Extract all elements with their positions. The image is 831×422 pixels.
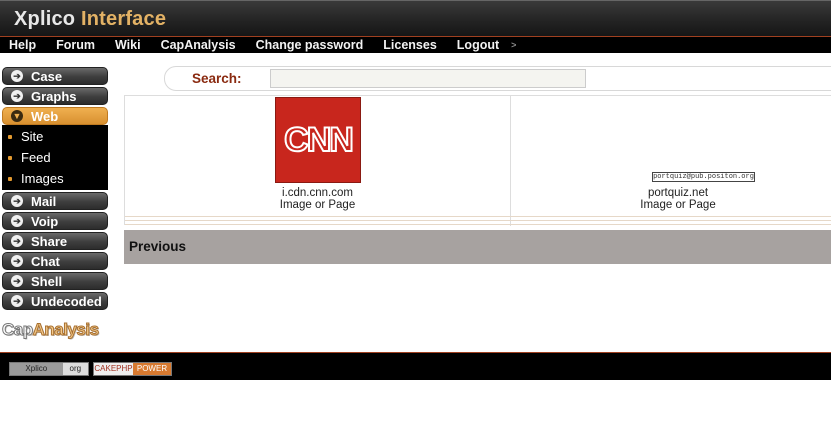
- bullet-icon: [8, 134, 12, 139]
- search-input[interactable]: [270, 69, 586, 88]
- pager-bar: Previous: [124, 230, 831, 264]
- arrow-right-icon: ➔: [11, 90, 23, 102]
- capanalysis-logo-part2: Analysis: [32, 320, 99, 340]
- app-title-part1: Xplico: [14, 8, 76, 30]
- arrow-right-icon: ➔: [11, 70, 23, 82]
- app-title-part2: Interface: [80, 8, 167, 30]
- result-cell[interactable]: portquiz@pub.positon.org portquiz.net Im…: [511, 96, 831, 226]
- bullet-icon: [8, 176, 12, 181]
- page: Xplico Interface Help Forum Wiki CapAnal…: [0, 0, 831, 422]
- result-cell[interactable]: CNN i.cdn.cnn.com Image or Page: [125, 96, 511, 226]
- sidebar-item-label: Undecoded: [31, 293, 102, 309]
- submenu-item-label: Site: [21, 129, 44, 144]
- portquiz-thumbnail[interactable]: portquiz@pub.positon.org: [652, 172, 755, 182]
- nav-change-password[interactable]: Change password: [246, 37, 374, 53]
- sidebar-item-label: Case: [31, 68, 63, 84]
- arrow-right-icon: ➔: [11, 195, 23, 207]
- submenu-item-label: Images: [21, 171, 64, 186]
- xplico-badge[interactable]: Xplico org: [9, 362, 89, 376]
- app-logo[interactable]: Xplico Interface: [14, 8, 166, 31]
- nav-help[interactable]: Help: [0, 37, 46, 53]
- footer: Xplico org CAKEPHP POWER: [0, 352, 831, 380]
- result-type: Image or Page: [279, 199, 356, 211]
- search-label: Search:: [192, 71, 242, 86]
- sidebar: ➔ Case ➔ Graphs ▼ Web Site Feed Images ➔…: [2, 67, 108, 312]
- cakephp-badge[interactable]: CAKEPHP POWER: [93, 362, 172, 376]
- header: Xplico Interface: [0, 0, 831, 36]
- xplico-badge-right: org: [62, 363, 88, 375]
- top-nav: Help Forum Wiki CapAnalysis Change passw…: [0, 37, 831, 53]
- sidebar-item-shell[interactable]: ➔ Shell: [2, 272, 108, 290]
- sidebar-item-voip[interactable]: ➔ Voip: [2, 212, 108, 230]
- sidebar-item-case[interactable]: ➔ Case: [2, 67, 108, 85]
- submenu-item-images[interactable]: Images: [2, 168, 108, 189]
- nav-wiki[interactable]: Wiki: [105, 37, 151, 53]
- sidebar-item-label: Share: [31, 233, 68, 249]
- sidebar-item-chat[interactable]: ➔ Chat: [2, 252, 108, 270]
- cakephp-badge-left: CAKEPHP: [94, 363, 133, 375]
- result-host[interactable]: i.cdn.cnn.com: [125, 187, 510, 199]
- sidebar-item-label: Voip: [31, 213, 59, 229]
- results-table: CNN i.cdn.cnn.com Image or Page portquiz…: [124, 95, 831, 226]
- arrow-down-icon: ▼: [11, 110, 23, 122]
- sidebar-item-graphs[interactable]: ➔ Graphs: [2, 87, 108, 105]
- cnn-logo-text: CNN: [283, 120, 355, 160]
- arrow-right-icon: ➔: [11, 255, 23, 267]
- sidebar-item-share[interactable]: ➔ Share: [2, 232, 108, 250]
- result-type: Image or Page: [640, 199, 716, 211]
- cakephp-badge-right: POWER: [132, 363, 171, 375]
- web-submenu: Site Feed Images: [2, 125, 108, 190]
- arrow-right-icon: ➔: [11, 295, 23, 307]
- nav-forum[interactable]: Forum: [46, 37, 105, 53]
- arrow-right-icon: ➔: [11, 275, 23, 287]
- submenu-item-site[interactable]: Site: [2, 126, 108, 147]
- xplico-badge-left: Xplico: [10, 363, 63, 375]
- arrow-right-icon: ➔: [11, 235, 23, 247]
- cnn-thumbnail[interactable]: CNN: [275, 97, 361, 183]
- nav-licenses[interactable]: Licenses: [373, 37, 447, 53]
- sidebar-item-label: Chat: [31, 253, 60, 269]
- sidebar-item-web[interactable]: ▼ Web: [2, 107, 108, 125]
- sidebar-item-label: Mail: [31, 193, 57, 209]
- submenu-item-label: Feed: [21, 150, 51, 165]
- capanalysis-logo[interactable]: CapAnalysis: [2, 320, 106, 342]
- sidebar-item-label: Graphs: [31, 88, 77, 104]
- capanalysis-logo-part1: Cap: [2, 320, 34, 340]
- table-divider: [125, 213, 831, 226]
- nav-logout[interactable]: Logout: [447, 37, 509, 53]
- arrow-right-icon: ➔: [11, 215, 23, 227]
- previous-button[interactable]: Previous: [129, 239, 186, 254]
- sidebar-item-label: Shell: [31, 273, 63, 289]
- bullet-icon: [8, 155, 12, 160]
- sidebar-item-undecoded[interactable]: ➔ Undecoded: [2, 292, 108, 310]
- nav-capanalysis[interactable]: CapAnalysis: [151, 37, 246, 53]
- nav-separator: >: [511, 40, 517, 50]
- result-host[interactable]: portquiz.net: [511, 187, 831, 199]
- sidebar-item-mail[interactable]: ➔ Mail: [2, 192, 108, 210]
- submenu-item-feed[interactable]: Feed: [2, 147, 108, 168]
- sidebar-item-label: Web: [31, 108, 59, 124]
